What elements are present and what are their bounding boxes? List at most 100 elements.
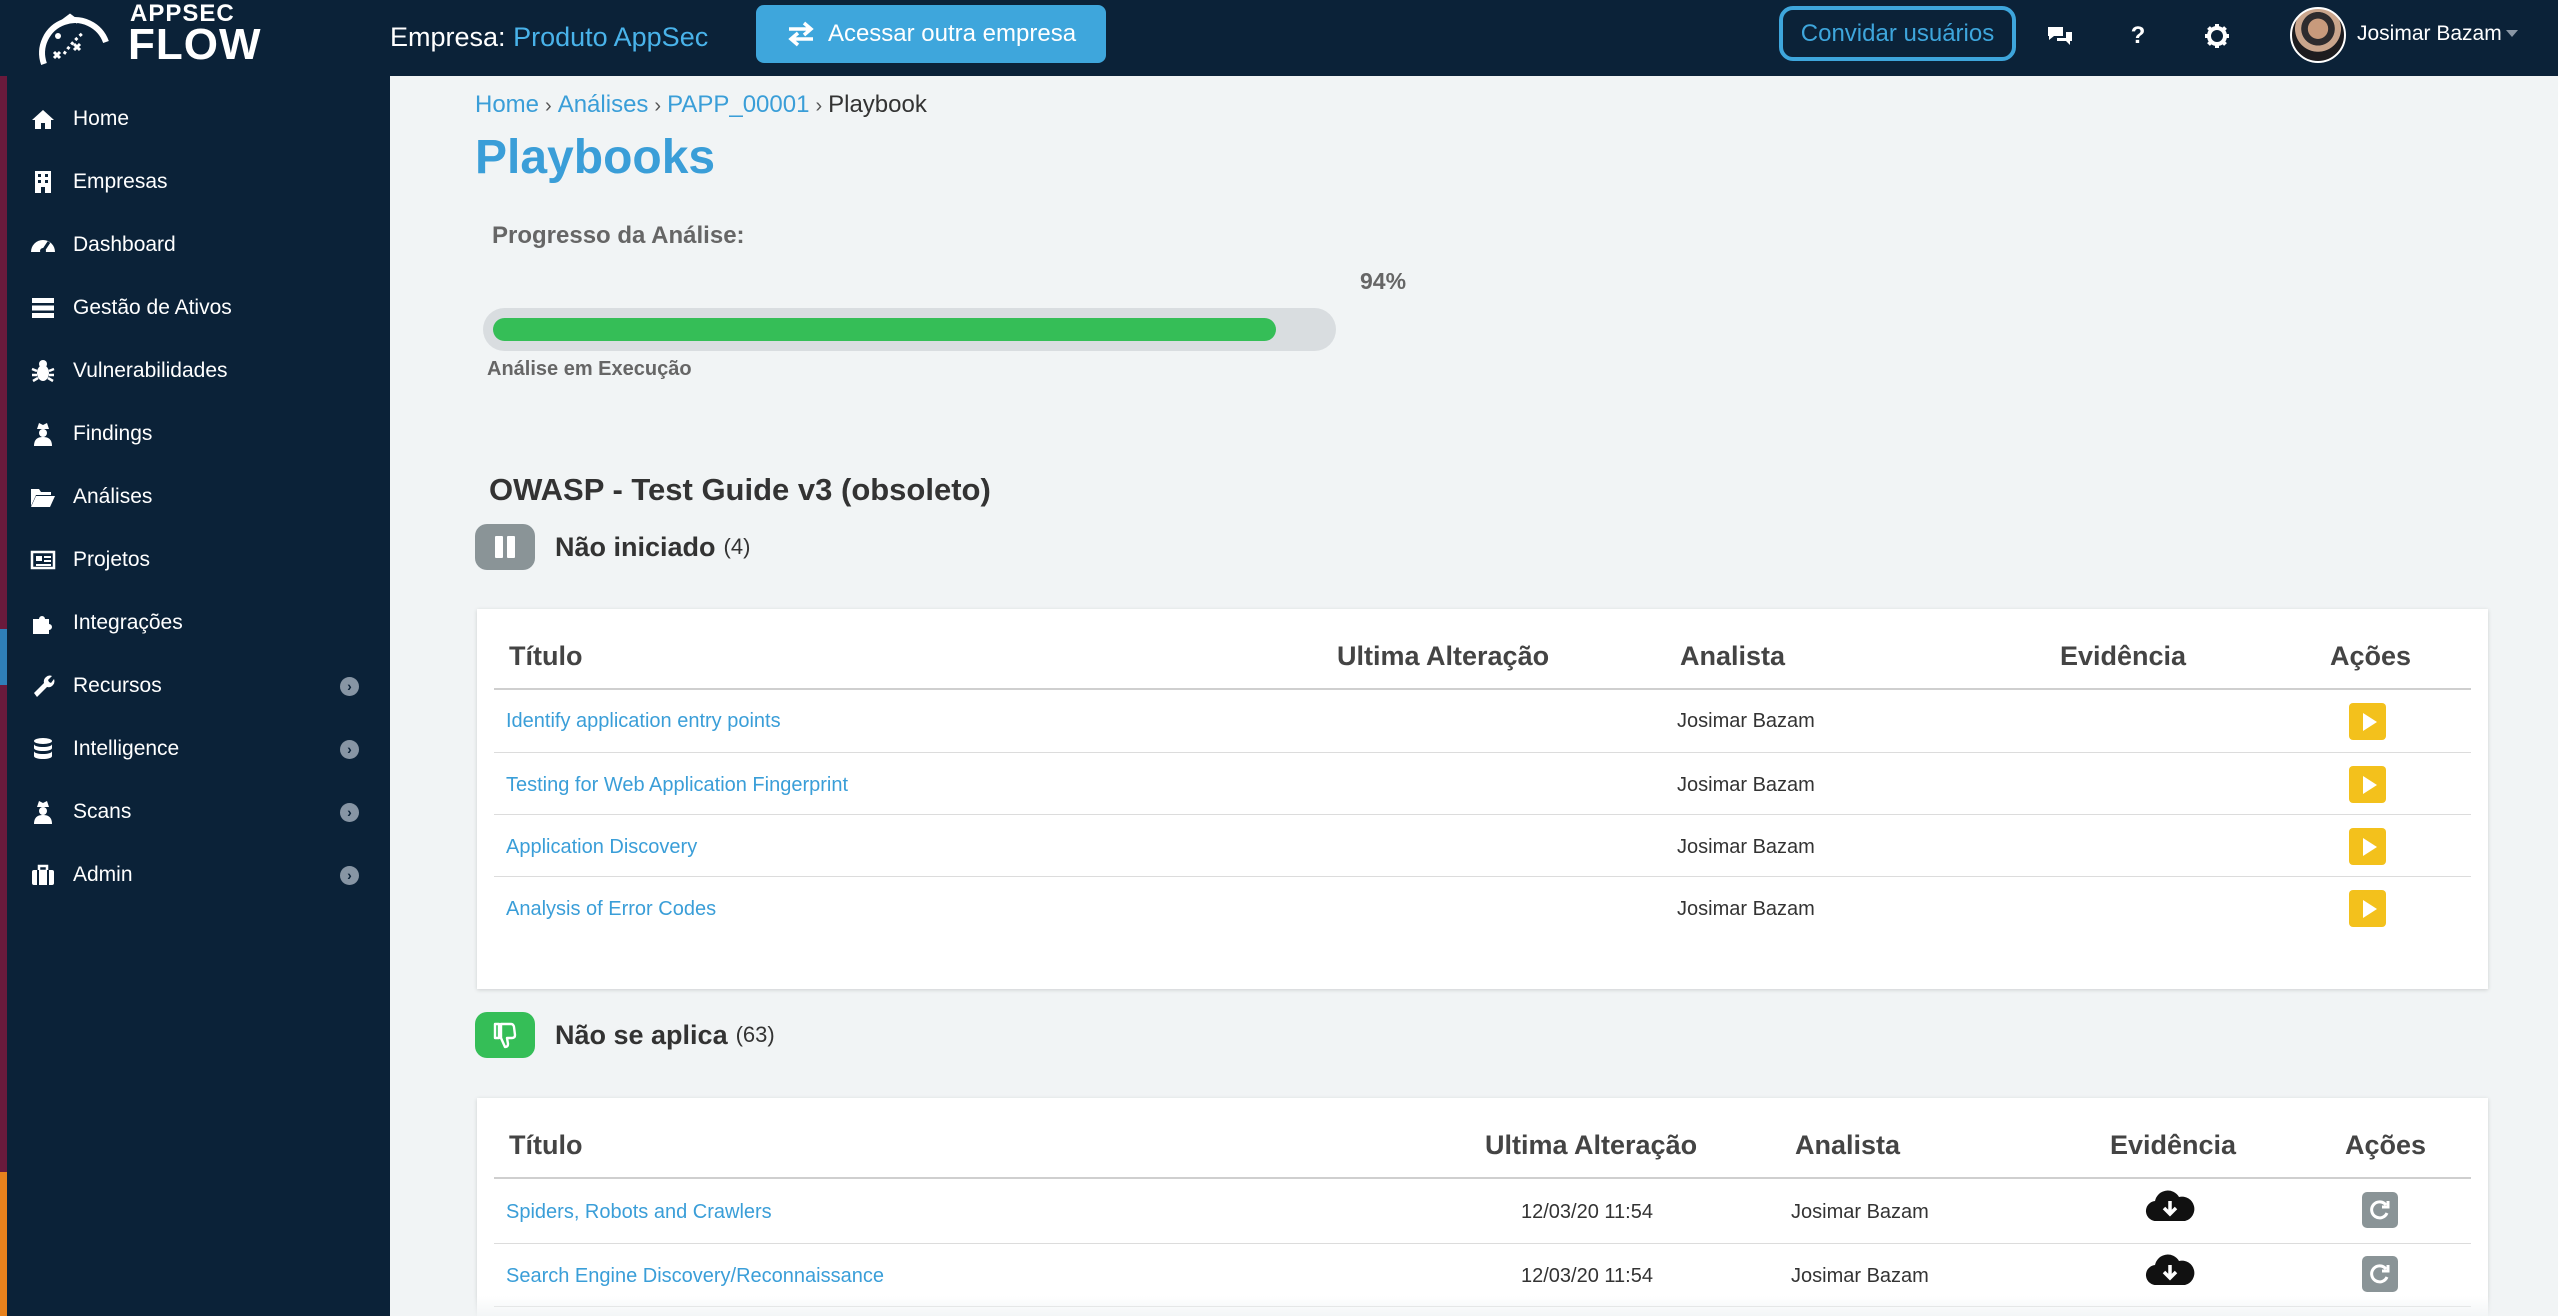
section-header-nao-iniciado[interactable]: Não iniciado (4)	[475, 524, 750, 570]
section-header-nao-se-aplica[interactable]: Não se aplica (63)	[475, 1012, 775, 1058]
sidebar-item-integracoes[interactable]: Integrações	[0, 598, 390, 648]
play-icon[interactable]	[2349, 890, 2386, 927]
building-icon	[30, 169, 56, 195]
playbook-link[interactable]: Analysis of Error Codes	[506, 898, 716, 921]
breadcrumb-current: Playbook	[828, 91, 927, 118]
company-prefix: Empresa:	[390, 22, 506, 52]
playbook-guide-title: OWASP - Test Guide v3 (obsoleto)	[489, 472, 991, 507]
breadcrumb-separator: ›	[545, 95, 552, 117]
logo-text-bottom: FLOW	[128, 20, 262, 69]
sidebar-item-label: Intelligence	[73, 737, 180, 760]
sidebar-item-analises[interactable]: Análises	[0, 472, 390, 522]
section-count: (63)	[735, 1022, 775, 1047]
server-icon	[30, 295, 56, 321]
table-header-divider	[494, 688, 2471, 690]
progress-bar-fill	[493, 318, 1276, 341]
analyst-name: Josimar Bazam	[1677, 710, 1815, 732]
sidebar-item-label: Dashboard	[73, 233, 176, 256]
section-count: (4)	[723, 534, 751, 559]
switch-company-label: Acessar outra empresa	[827, 20, 1077, 47]
breadcrumb: Home › Análises › PAPP_00001 › Playbook	[475, 91, 927, 119]
column-header-analista: Analista	[1795, 1130, 1901, 1160]
logo-play-icon	[39, 13, 109, 65]
briefcase-icon	[30, 862, 56, 888]
column-header-evidencia: Evidência	[2110, 1130, 2237, 1160]
invite-users-label: Convidar usuários	[1800, 19, 1995, 47]
sidebar-item-label: Vulnerabilidades	[73, 359, 228, 382]
chat-icon[interactable]	[2042, 18, 2078, 54]
chevron-right-icon[interactable]: ›	[340, 865, 359, 885]
play-icon[interactable]	[2349, 703, 2386, 740]
column-header-ultima-alteracao: Ultima Alteração	[1485, 1130, 1698, 1160]
playbook-link[interactable]: Spiders, Robots and Crawlers	[506, 1201, 772, 1224]
sidebar-item-label: Scans	[73, 800, 132, 823]
chevron-right-icon[interactable]: ›	[340, 676, 359, 696]
sidebar-item-home[interactable]: Home	[0, 94, 390, 144]
sidebar-item-scans[interactable]: Scans ›	[0, 787, 390, 837]
sidebar-item-dashboard[interactable]: Dashboard	[0, 220, 390, 270]
help-icon[interactable]: ?	[2120, 18, 2156, 54]
analyst-name: Josimar Bazam	[1791, 1265, 1929, 1287]
chevron-right-icon[interactable]: ›	[340, 802, 359, 822]
chevron-right-icon[interactable]: ›	[340, 739, 359, 759]
gear-icon[interactable]	[2199, 18, 2235, 54]
sidebar-item-findings[interactable]: Findings	[0, 409, 390, 459]
column-header-analista: Analista	[1680, 641, 1786, 671]
pause-icon	[475, 524, 535, 570]
column-header-titulo: Título	[509, 1130, 583, 1160]
playbook-link[interactable]: Identify application entry points	[506, 710, 781, 733]
play-icon[interactable]	[2349, 766, 2386, 803]
sidebar-item-vulnerabilidades[interactable]: Vulnerabilidades	[0, 346, 390, 396]
last-modified-date: 12/03/20 11:54	[1521, 1201, 1653, 1223]
bug-icon	[30, 358, 56, 384]
row-divider	[494, 876, 2471, 877]
invite-users-button[interactable]: Convidar usuários	[1779, 6, 2016, 61]
play-icon[interactable]	[2349, 828, 2386, 865]
folder-open-icon	[30, 484, 56, 510]
row-divider	[494, 814, 2471, 815]
breadcrumb-analises[interactable]: Análises	[558, 91, 649, 118]
sidebar-item-admin[interactable]: Admin ›	[0, 850, 390, 900]
sidebar: Home Empresas Dashboard Gestão de Ativos…	[0, 76, 390, 1316]
breadcrumb-separator: ›	[815, 95, 823, 117]
column-header-evidencia: Evidência	[2060, 641, 2187, 671]
playbook-link[interactable]: Search Engine Discovery/Reconnaissance	[506, 1265, 884, 1288]
switch-company-button[interactable]: Acessar outra empresa	[756, 5, 1106, 63]
redo-icon[interactable]	[2362, 1256, 2398, 1292]
sidebar-item-label: Findings	[73, 422, 153, 445]
sidebar-item-label: Empresas	[73, 170, 168, 193]
playbook-link[interactable]: Testing for Web Application Fingerprint	[506, 774, 848, 797]
row-divider	[494, 752, 2471, 753]
sidebar-item-empresas[interactable]: Empresas	[0, 157, 390, 207]
breadcrumb-analysis-id[interactable]: PAPP_00001	[667, 91, 809, 118]
sidebar-item-label: Recursos	[73, 674, 162, 697]
sidebar-item-recursos[interactable]: Recursos ›	[0, 661, 390, 711]
table-nao-se-aplica: Título Ultima Alteração Analista Evidênc…	[477, 1098, 2488, 1316]
cloud-download-icon[interactable]	[2145, 1189, 2195, 1225]
avatar[interactable]	[2290, 7, 2346, 63]
company-name[interactable]: Produto AppSec	[513, 22, 708, 52]
sidebar-item-label: Home	[73, 107, 130, 130]
progress-percent: 94%	[1360, 268, 1407, 294]
playbook-link[interactable]: Application Discovery	[506, 836, 697, 859]
help-icon-glyph: ?	[2130, 22, 2146, 49]
user-menu[interactable]: Josimar Bazam	[2357, 22, 2502, 46]
cloud-download-icon[interactable]	[2145, 1253, 2195, 1289]
column-header-acoes: Ações	[2345, 1130, 2427, 1160]
appsec-flow-logo[interactable]: APPSEC FLOW	[30, 0, 262, 76]
database-icon	[30, 736, 56, 762]
analyst-name: Josimar Bazam	[1791, 1201, 1929, 1223]
home-icon	[30, 106, 56, 132]
breadcrumb-home[interactable]: Home	[475, 91, 539, 118]
last-modified-date: 12/03/20 11:54	[1521, 1265, 1653, 1287]
puzzle-icon	[30, 610, 56, 636]
sidebar-item-projetos[interactable]: Projetos	[0, 535, 390, 585]
caret-down-icon[interactable]	[2506, 30, 2518, 37]
top-bar: APPSEC FLOW Empresa: Produto AppSec Aces…	[0, 0, 2558, 76]
sidebar-item-label: Integrações	[73, 611, 183, 634]
redo-icon[interactable]	[2362, 1192, 2398, 1228]
table-nao-iniciado: Título Ultima Alteração Analista Evidênc…	[477, 609, 2488, 989]
sidebar-edge-accent	[0, 1172, 7, 1316]
sidebar-item-gestao-de-ativos[interactable]: Gestão de Ativos	[0, 283, 390, 333]
sidebar-item-intelligence[interactable]: Intelligence ›	[0, 724, 390, 774]
